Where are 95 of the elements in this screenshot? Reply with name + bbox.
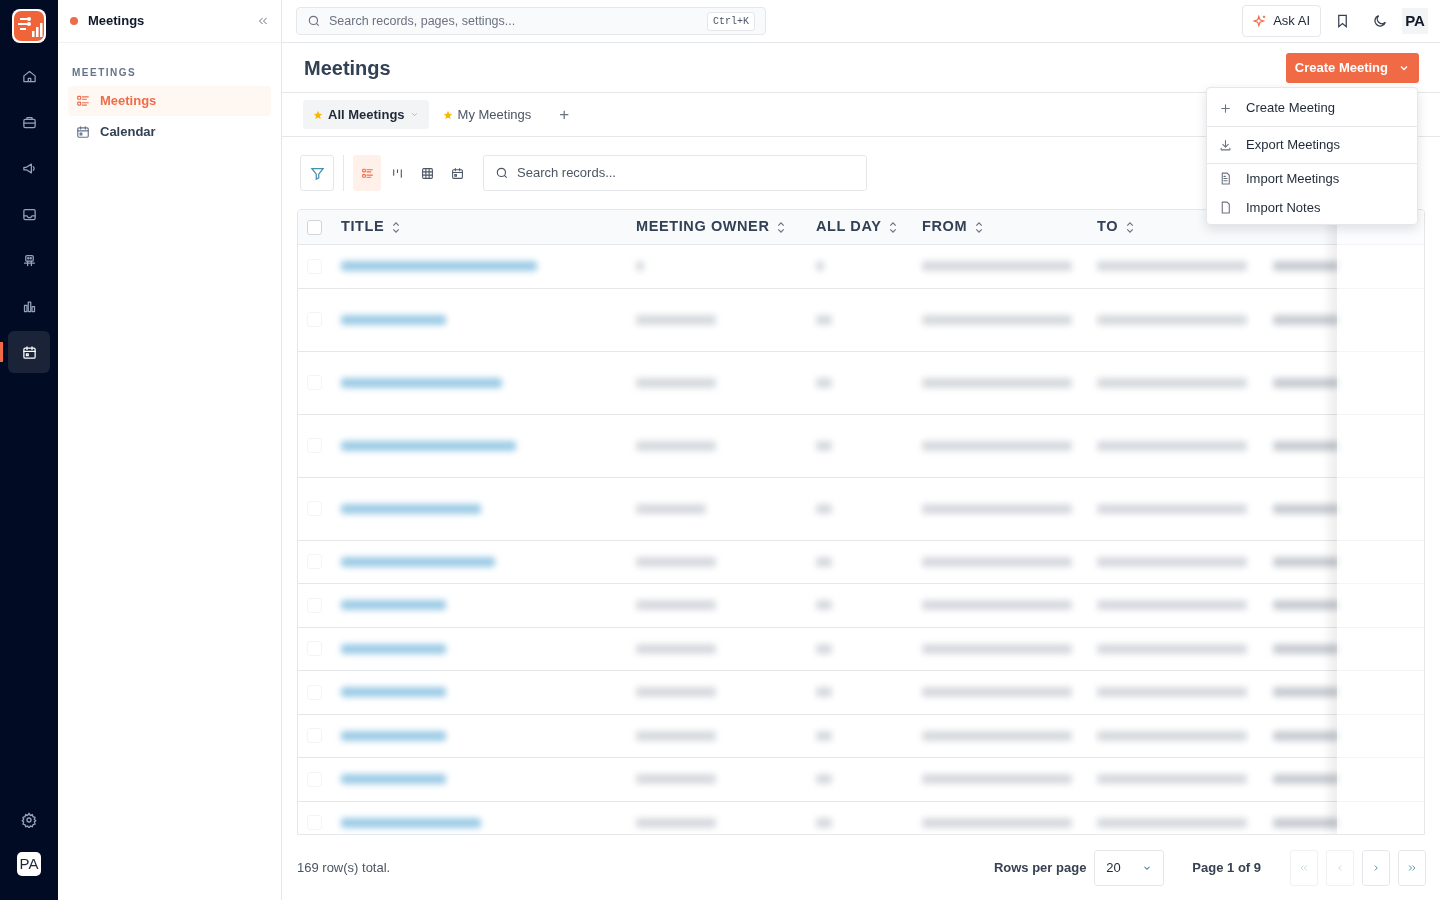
star-icon <box>442 109 453 120</box>
blurred-text <box>1273 503 1339 514</box>
file-icon <box>1219 201 1232 214</box>
kanban-icon <box>390 166 404 180</box>
column-header[interactable]: MEETING OWNER <box>636 216 770 238</box>
menu-item[interactable]: Import Notes <box>1207 193 1417 222</box>
blurred-text <box>816 687 832 698</box>
inbox-icon <box>21 206 37 222</box>
user-avatar[interactable]: PA <box>17 852 41 876</box>
list-icon <box>76 94 90 108</box>
calendar-nav-button[interactable] <box>8 331 50 373</box>
sidebar-item[interactable]: Calendar <box>68 117 271 147</box>
bar-chart-icon <box>21 298 37 314</box>
search-icon <box>307 14 321 28</box>
list-view-button[interactable] <box>353 155 381 191</box>
blurred-text <box>1273 377 1339 388</box>
sort-icon[interactable] <box>975 221 984 233</box>
blurred-text <box>816 600 832 611</box>
record-search-field[interactable]: Search records... <box>483 155 867 191</box>
app-logo[interactable] <box>12 9 46 43</box>
column-header[interactable]: FROM <box>922 216 968 238</box>
robot-icon <box>21 252 37 268</box>
section-heading: MEETINGS <box>72 66 138 80</box>
search-icon <box>495 166 509 180</box>
double-chevron-left-icon <box>1299 862 1309 873</box>
sort-icon[interactable] <box>889 221 898 233</box>
calendar-icon <box>21 344 37 360</box>
first-page-button[interactable] <box>1290 849 1318 886</box>
list-icon <box>360 166 374 180</box>
blurred-text <box>816 377 832 388</box>
home-icon <box>21 68 37 84</box>
document-icon <box>1219 172 1232 185</box>
settings-icon[interactable] <box>21 812 37 828</box>
moon-icon[interactable] <box>1372 13 1388 29</box>
blurred-text <box>1273 774 1339 785</box>
view-tab[interactable]: All Meetings <box>303 100 429 129</box>
blurred-text <box>816 643 832 654</box>
calendar-icon <box>76 125 90 139</box>
page-title: Meetings <box>304 55 392 81</box>
row-count: 169 row(s) total. <box>297 858 392 877</box>
blurred-text <box>816 440 832 451</box>
view-tab[interactable]: My Meetings <box>432 100 542 129</box>
blurred-text <box>816 730 832 741</box>
plus-icon <box>1219 101 1232 115</box>
blurred-text <box>816 774 832 785</box>
blurred-text <box>1273 314 1339 325</box>
previous-page-button[interactable] <box>1326 849 1354 886</box>
menu-item[interactable]: Create Meeting <box>1207 90 1417 127</box>
menu-item[interactable]: Import Meetings <box>1207 164 1417 193</box>
filter-button[interactable] <box>300 155 334 191</box>
sparkle-icon <box>1253 14 1268 28</box>
grid-icon <box>420 166 434 180</box>
star-icon <box>313 109 323 120</box>
blurred-text <box>1273 817 1339 828</box>
download-icon <box>1219 138 1232 152</box>
double-chevron-right-icon <box>1407 862 1417 873</box>
blurred-text <box>1273 261 1339 272</box>
briefcase-icon <box>21 114 37 130</box>
bookmark-icon[interactable] <box>1335 13 1350 29</box>
calendar-icon <box>450 166 464 180</box>
add-view-button[interactable]: + <box>555 101 574 128</box>
rows-per-page-select[interactable]: 20 <box>1094 849 1165 886</box>
menu-item[interactable]: Export Meetings <box>1207 127 1417 164</box>
column-header[interactable]: TO <box>1097 216 1119 238</box>
blurred-text <box>1273 730 1339 741</box>
sort-icon[interactable] <box>392 221 401 233</box>
blurred-text <box>1273 643 1339 654</box>
last-page-button[interactable] <box>1398 849 1426 886</box>
select-all-checkbox[interactable] <box>307 219 322 235</box>
blurred-text <box>1273 556 1339 567</box>
next-page-button[interactable] <box>1362 849 1390 886</box>
filter-icon <box>309 165 325 181</box>
page-indicator: Page 1 of 9 <box>1192 858 1261 877</box>
collapse-icon[interactable] <box>257 15 269 27</box>
sort-icon[interactable] <box>1126 221 1135 233</box>
blurred-text <box>816 817 832 828</box>
blurred-text <box>816 261 824 272</box>
blurred-text <box>816 556 832 567</box>
ask-ai-button[interactable]: Ask AI <box>1242 5 1321 37</box>
rows-per-page-label: Rows per page <box>993 858 1087 877</box>
blurred-text <box>1273 600 1339 611</box>
sidebar-title: Meetings <box>88 12 146 31</box>
blurred-text <box>816 503 832 514</box>
shortcut-hint: Ctrl+K <box>707 11 755 31</box>
global-search-field[interactable]: Search records, pages, settings... Ctrl+K <box>296 7 766 35</box>
blurred-text <box>1273 687 1339 698</box>
column-header[interactable]: ALL DAY <box>816 216 882 238</box>
blurred-text <box>636 261 644 272</box>
blurred-text <box>816 314 832 325</box>
blurred-text <box>1273 440 1339 451</box>
chevron-down-icon <box>409 110 419 119</box>
column-header[interactable]: TITLE <box>341 216 385 238</box>
sort-icon[interactable] <box>777 221 786 233</box>
user-avatar[interactable]: PA <box>1402 8 1428 34</box>
blurred-text <box>636 503 706 514</box>
